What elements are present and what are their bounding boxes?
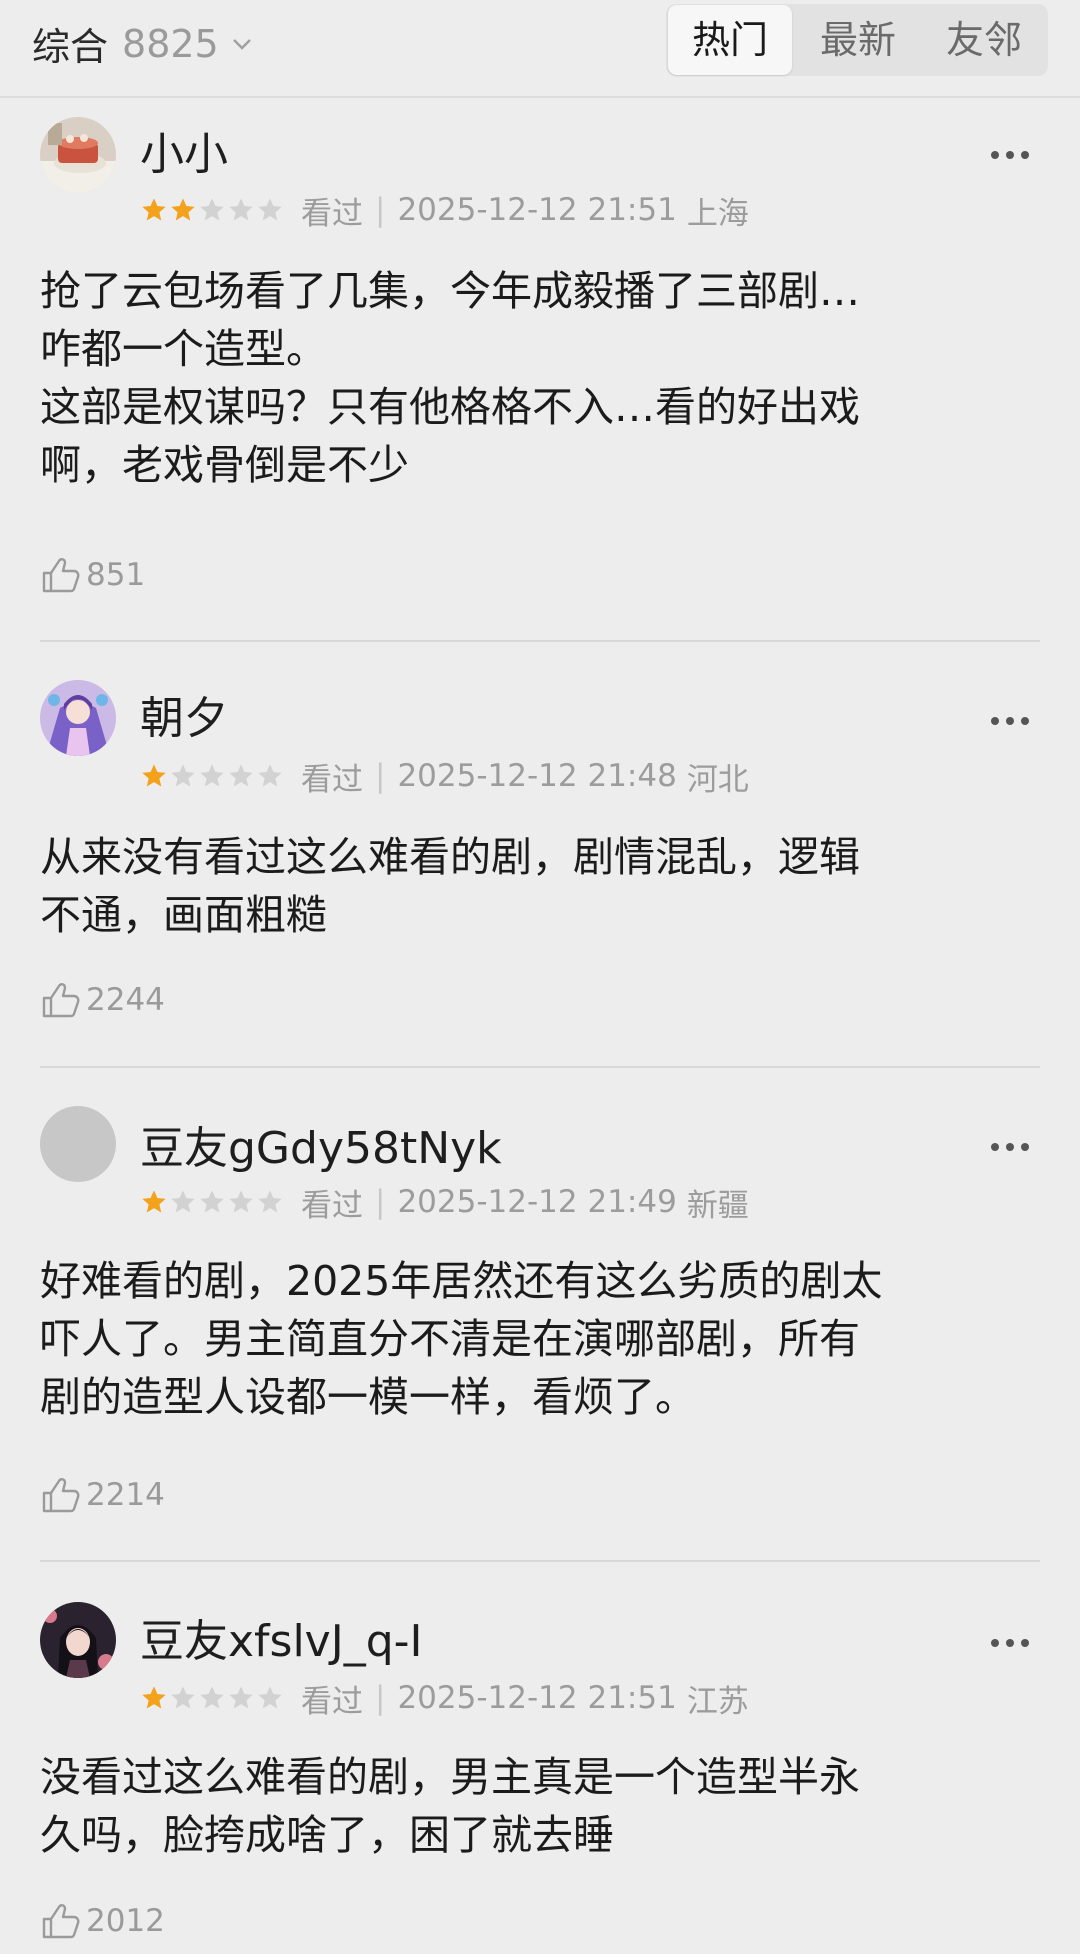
thumbs-up-icon: [42, 1478, 80, 1513]
review-line: 吓人了。男主简直分不清是在演哪部剧，所有: [40, 1315, 860, 1363]
review-line: 不通，画面粗糙: [40, 891, 327, 939]
more-options-icon[interactable]: [990, 1142, 1030, 1152]
comments-header: 综合 8825 热门 最新 友邻: [0, 0, 1080, 98]
anime-girl-avatar-icon: [40, 680, 116, 756]
comment-count: 8825: [122, 21, 219, 66]
review-line: 没看过这么难看的剧，男主真是一个造型半永: [40, 1753, 860, 1801]
sort-tab-group: 热门 最新 友邻: [666, 4, 1048, 76]
like-button[interactable]: 2214: [40, 1470, 165, 1520]
divider: [40, 1066, 1040, 1068]
review-meta: 看过 | 2025-12-12 21:51 江苏: [140, 1678, 749, 1720]
rating-stars: [140, 1684, 285, 1712]
star-icon: [229, 1190, 253, 1213]
star-icon: [258, 1190, 282, 1213]
sort-dropdown[interactable]: 综合 8825: [32, 16, 253, 71]
thumbs-up-icon: [42, 983, 80, 1018]
more-options-icon[interactable]: [990, 150, 1030, 160]
star-icon: [258, 1686, 282, 1709]
divider: [40, 640, 1040, 642]
star-icon: [171, 764, 195, 787]
star-icon: [229, 198, 253, 221]
review-datetime: 2025-12-12 21:49: [397, 1184, 677, 1220]
star-icon: [229, 1686, 253, 1709]
star-icon: [258, 764, 282, 787]
chevron-down-icon: [232, 38, 251, 50]
sort-label: 综合: [32, 25, 109, 69]
anime-portrait-avatar-icon: [40, 1602, 116, 1678]
review-location: 河北: [686, 761, 749, 798]
avatar[interactable]: [40, 117, 116, 193]
star-icon: [200, 1686, 224, 1709]
meta-separator: |: [375, 1184, 386, 1220]
watch-status: 看过: [301, 195, 363, 232]
review-meta: 看过 | 2025-12-12 21:49 新疆: [140, 1182, 749, 1224]
review-line: 抢了云包场看了几集，今年成毅播了三部剧…: [40, 267, 860, 315]
like-button[interactable]: 2012: [40, 1896, 165, 1946]
review-datetime: 2025-12-12 21:48: [397, 758, 677, 794]
watch-status: 看过: [301, 761, 363, 798]
thumbs-up-icon: [42, 558, 80, 593]
review-line: 剧的造型人设都一模一样，看烦了。: [40, 1373, 696, 1421]
more-options-icon[interactable]: [990, 716, 1030, 726]
like-button[interactable]: 851: [40, 550, 145, 600]
like-count: 2244: [86, 982, 165, 1018]
star-icon: [200, 764, 224, 787]
tab-latest[interactable]: 最新: [796, 4, 920, 76]
rating-stars: [140, 762, 285, 790]
review-line: 这部是权谋吗？只有他格格不入…看的好出戏: [40, 383, 860, 431]
tab-hot[interactable]: 热门: [668, 5, 792, 75]
review-content: 没看过这么难看的剧，男主真是一个造型半永 久吗，脸挎成啥了，困了就去睡: [40, 1748, 1040, 1864]
avatar[interactable]: [40, 1602, 116, 1678]
username[interactable]: 豆友gGdy58tNyk: [140, 1112, 502, 1176]
avatar[interactable]: [40, 1106, 116, 1182]
meta-separator: |: [375, 192, 386, 228]
review-datetime: 2025-12-12 21:51: [397, 1680, 677, 1716]
star-icon: [229, 764, 253, 787]
star-icon: [171, 1190, 195, 1213]
review-meta: 看过 | 2025-12-12 21:48 河北: [140, 756, 749, 798]
default-grey-avatar-icon: [40, 1106, 116, 1182]
review-line: 啊，老戏骨倒是不少: [40, 441, 409, 489]
star-icon: [142, 764, 166, 787]
review-datetime: 2025-12-12 21:51: [397, 192, 677, 228]
username[interactable]: 小小: [140, 118, 228, 182]
username[interactable]: 豆友xfslvJ_q-I: [140, 1605, 422, 1669]
username[interactable]: 朝夕: [140, 682, 228, 746]
star-icon: [142, 198, 166, 221]
star-icon: [200, 1190, 224, 1213]
watch-status: 看过: [301, 1683, 363, 1720]
review-content: 从来没有看过这么难看的剧，剧情混乱，逻辑 不通，画面粗糙: [40, 828, 1040, 944]
star-icon: [142, 1686, 166, 1709]
review-location: 新疆: [686, 1187, 749, 1224]
like-count: 851: [86, 557, 146, 593]
tab-friends[interactable]: 友邻: [922, 4, 1046, 76]
star-icon: [171, 198, 195, 221]
star-icon: [200, 198, 224, 221]
review-meta: 看过 | 2025-12-12 21:51 上海: [140, 190, 749, 232]
star-icon: [142, 1190, 166, 1213]
review-line: 好难看的剧，2025年居然还有这么劣质的剧太: [40, 1257, 883, 1305]
review-location: 上海: [686, 195, 749, 232]
like-button[interactable]: 2244: [40, 975, 165, 1025]
star-icon: [171, 1686, 195, 1709]
cake-photo-avatar-icon: [40, 117, 116, 193]
avatar[interactable]: [40, 680, 116, 756]
divider: [40, 1560, 1040, 1562]
review-location: 江苏: [686, 1683, 749, 1720]
review-line: 咋都一个造型。: [40, 325, 327, 373]
meta-separator: |: [375, 1680, 386, 1716]
review-line: 久吗，脸挎成啥了，困了就去睡: [40, 1811, 614, 1859]
like-count: 2214: [86, 1477, 165, 1513]
star-icon: [258, 198, 282, 221]
watch-status: 看过: [301, 1187, 363, 1224]
like-count: 2012: [86, 1903, 165, 1939]
review-content: 好难看的剧，2025年居然还有这么劣质的剧太 吓人了。男主简直分不清是在演哪部剧…: [40, 1252, 1040, 1426]
thumbs-up-icon: [42, 1904, 80, 1939]
review-line: 从来没有看过这么难看的剧，剧情混乱，逻辑: [40, 833, 860, 881]
rating-stars: [140, 196, 285, 224]
rating-stars: [140, 1188, 285, 1216]
review-content: 抢了云包场看了几集，今年成毅播了三部剧… 咋都一个造型。 这部是权谋吗？只有他格…: [40, 262, 1040, 494]
meta-separator: |: [375, 758, 386, 794]
more-options-icon[interactable]: [990, 1638, 1030, 1648]
